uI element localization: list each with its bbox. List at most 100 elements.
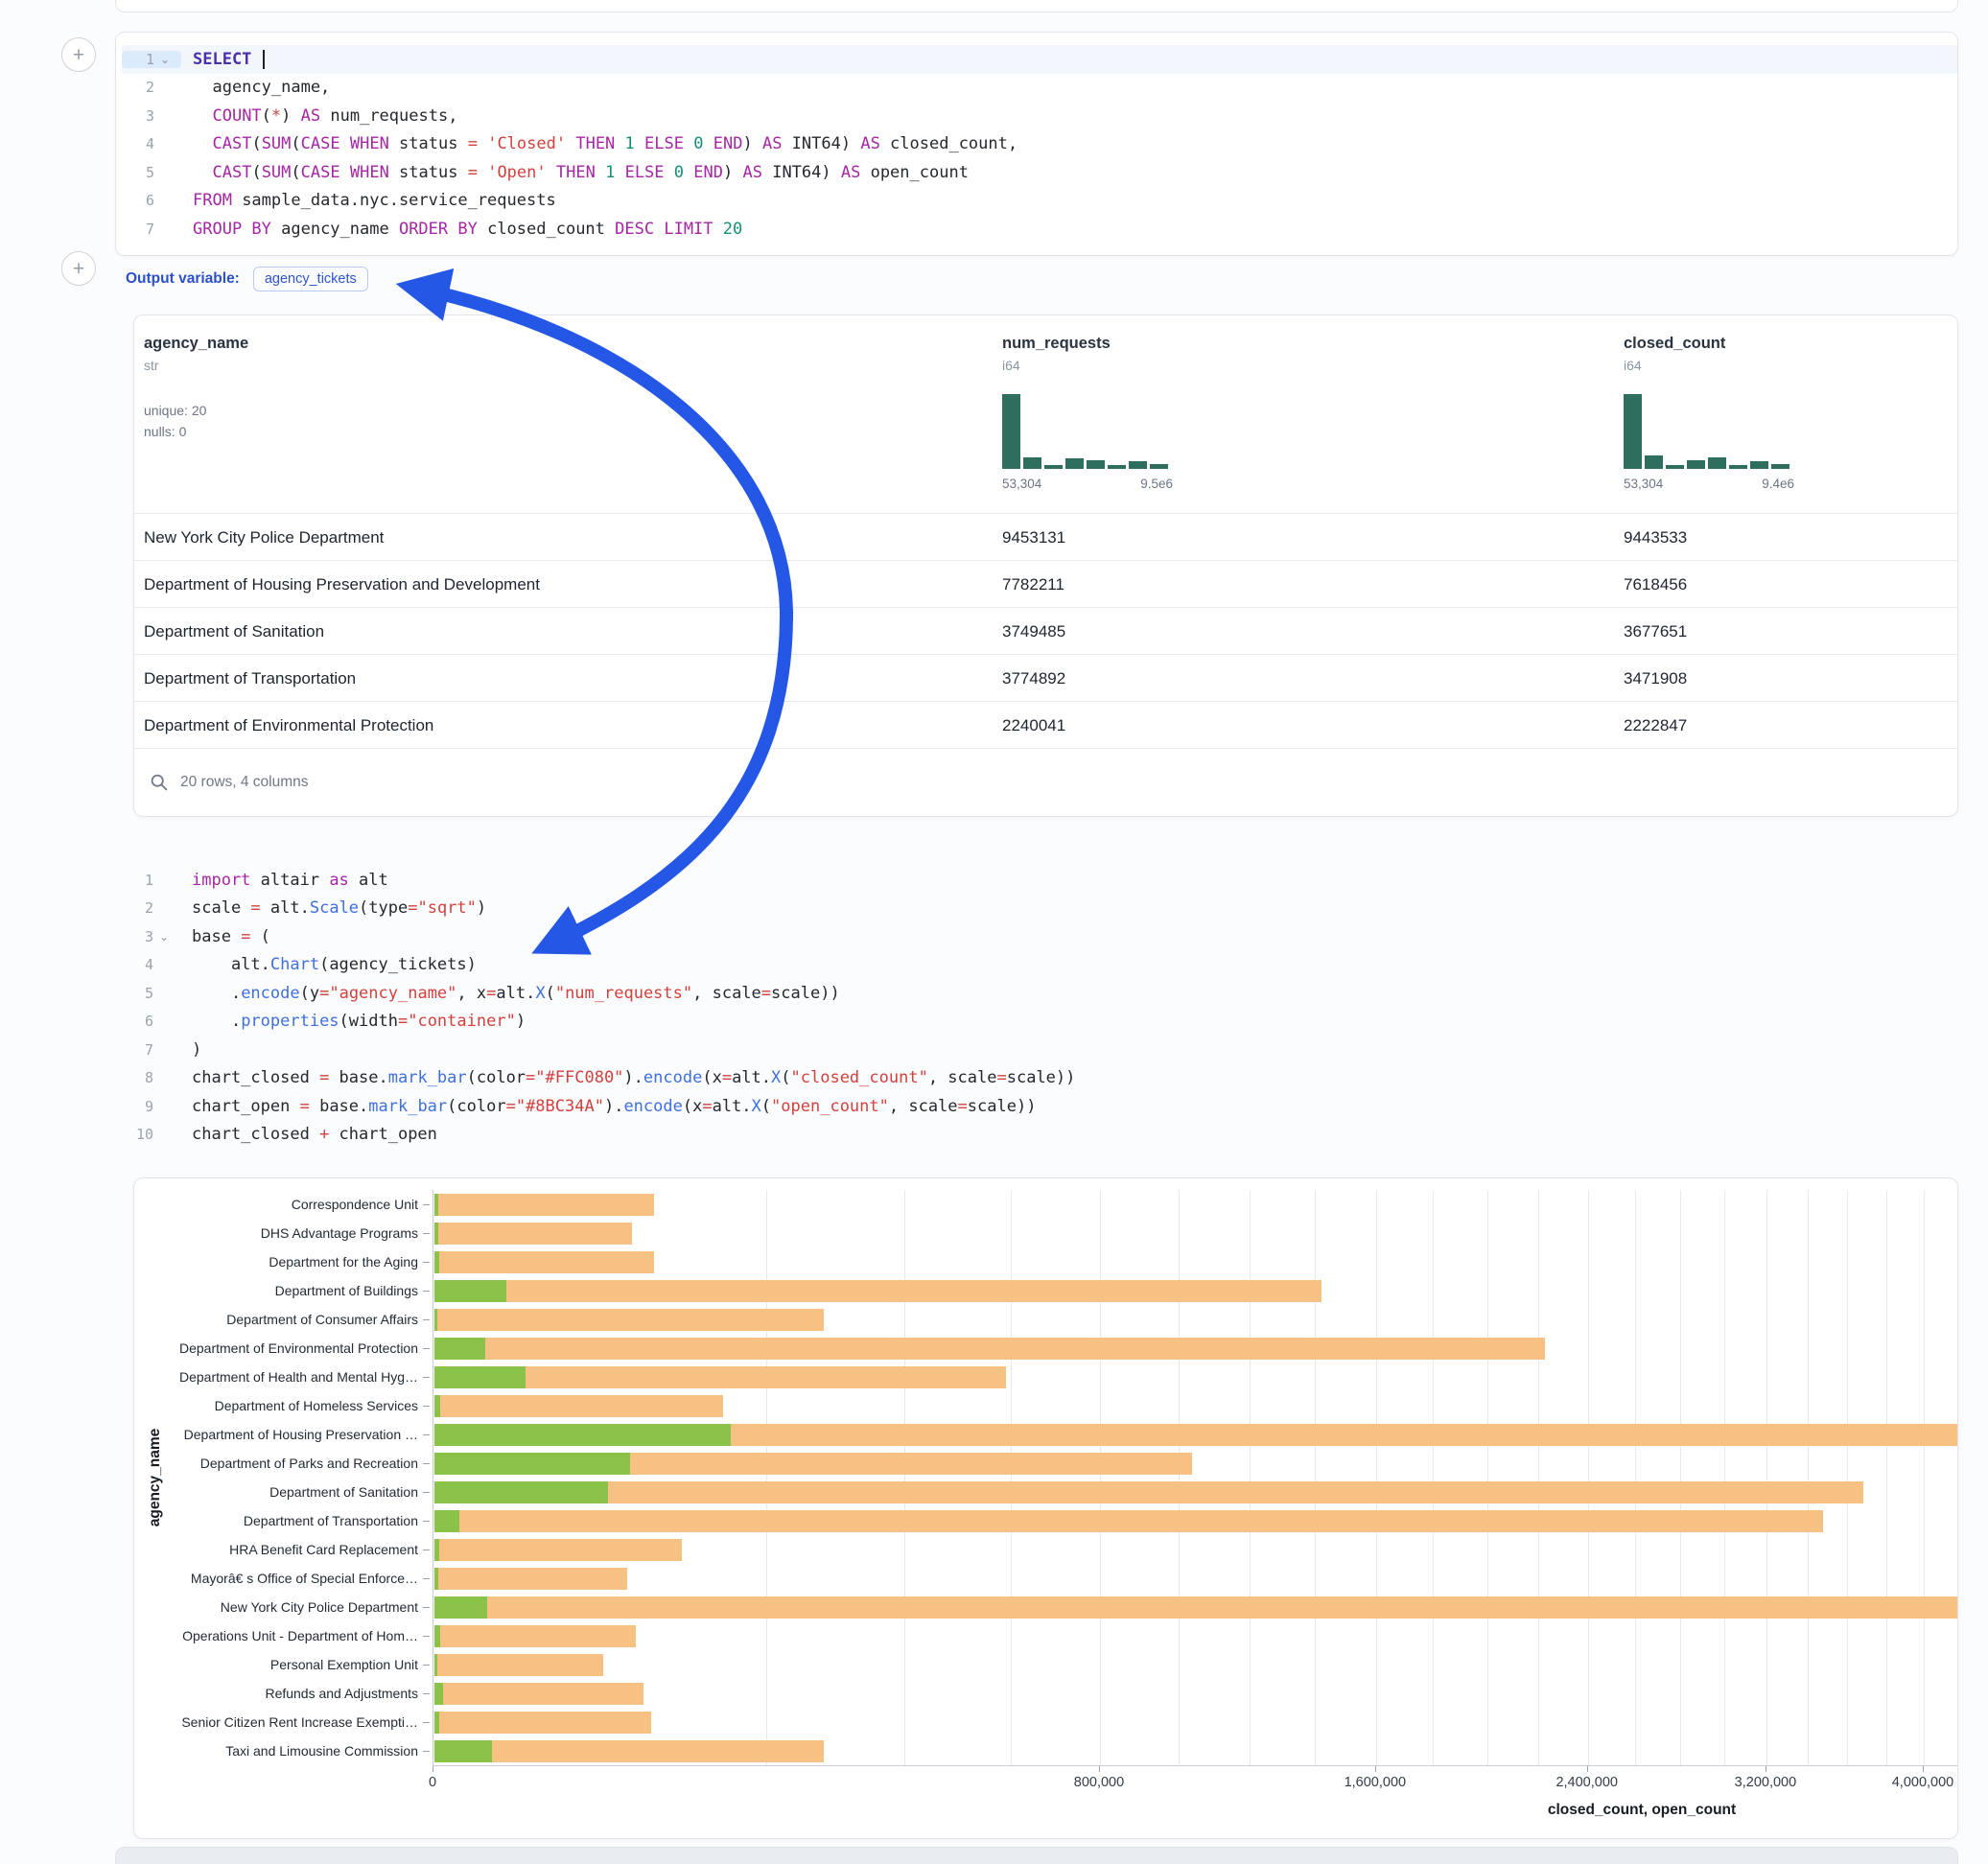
code-text: alt.Chart(agency_tickets) xyxy=(192,955,477,974)
code-line[interactable]: 3⌄ base = ( xyxy=(121,922,1956,951)
add-cell-button[interactable]: + xyxy=(61,251,96,286)
column-header-closed_count[interactable]: closed_counti6453,3049.4e6 xyxy=(1624,335,1794,491)
code-text: base = ( xyxy=(192,927,270,946)
code-line[interactable]: 1import altair as alt xyxy=(121,866,1956,895)
x-tick-mark xyxy=(1099,1766,1100,1772)
code-text: ) xyxy=(192,1040,201,1060)
bar-open xyxy=(434,1596,487,1619)
cell: Department of Sanitation xyxy=(144,608,988,655)
column-type: i64 xyxy=(1624,358,1794,373)
line-number: 7 xyxy=(121,1041,153,1059)
line-number: 2 xyxy=(121,899,153,917)
histogram-bin xyxy=(1771,464,1789,469)
column-header-num_requests[interactable]: num_requestsi6453,3049.5e6 xyxy=(1002,335,1173,491)
text-cursor xyxy=(263,50,265,69)
bar-closed xyxy=(434,1740,824,1762)
sql-editor[interactable]: 1⌄ SELECT 2 agency_name,3 COUNT(*) AS num… xyxy=(116,33,1957,244)
bar-closed xyxy=(434,1510,1823,1532)
code-text: CAST(SUM(CASE WHEN status = 'Closed' THE… xyxy=(193,134,1017,153)
table-row[interactable]: Department of Sanitation 3749485 3677651 xyxy=(134,607,1957,655)
table-row[interactable]: New York City Police Department945313194… xyxy=(134,513,1957,561)
chart-card: Correspondence UnitDHS Advantage Program… xyxy=(133,1177,1958,1839)
code-line[interactable]: 2 scale = alt.Scale(type="sqrt") xyxy=(121,895,1956,923)
line-number: 9 xyxy=(121,1098,153,1115)
python-editor[interactable]: 1import altair as alt 2 scale = alt.Scale(… xyxy=(115,853,1956,1149)
x-axis-title: closed_count, open_count xyxy=(1548,1802,1736,1819)
histogram-bin xyxy=(1023,457,1041,469)
code-text: scale = alt.Scale(type="sqrt") xyxy=(192,898,486,918)
code-line[interactable]: 7GROUP BY agency_name ORDER BY closed_co… xyxy=(122,215,1957,244)
hist-min-label: 53,304 xyxy=(1624,477,1663,491)
table-body: New York City Police Department945313194… xyxy=(134,513,1957,748)
table-row[interactable]: Department of Housing Preservation and D… xyxy=(134,560,1957,608)
histogram-bin xyxy=(1044,465,1063,469)
x-axis-tick-label: 4,000,000 xyxy=(1892,1775,1954,1790)
line-number: 3 xyxy=(122,107,154,125)
cell: 3749485 xyxy=(1002,608,1065,655)
code-line[interactable]: 4 CAST(SUM(CASE WHEN status = 'Closed' T… xyxy=(122,130,1957,159)
code-line[interactable]: 10chart_closed + chart_open xyxy=(121,1121,1956,1150)
histogram-bin xyxy=(1666,465,1684,469)
output-variable-row: Output variable: agency_tickets xyxy=(126,263,368,295)
x-axis-tick-label: 3,200,000 xyxy=(1735,1775,1797,1790)
bar-closed xyxy=(434,1539,682,1561)
code-line[interactable]: 7) xyxy=(121,1036,1956,1064)
bar-open xyxy=(434,1453,630,1475)
bar-closed xyxy=(434,1654,603,1676)
bar-closed xyxy=(434,1309,824,1331)
histogram-bin xyxy=(1750,461,1768,469)
previous-cell-edge xyxy=(115,0,1958,12)
column-name: agency_name xyxy=(144,335,248,353)
table-row[interactable]: Department of Transportation377489234719… xyxy=(134,654,1957,702)
output-variable-badge[interactable]: agency_tickets xyxy=(253,267,368,291)
bar-open xyxy=(434,1309,437,1331)
bar-closed xyxy=(434,1481,1863,1503)
add-cell-button[interactable]: + xyxy=(61,37,96,72)
bar-open xyxy=(434,1510,459,1532)
code-line[interactable]: 4 alt.Chart(agency_tickets) xyxy=(121,951,1956,980)
column-header-agency_name[interactable]: agency_namestrunique: 20nulls: 0 xyxy=(144,335,248,442)
line-number: 1 xyxy=(122,51,154,68)
line-number: 5 xyxy=(121,985,153,1002)
histogram xyxy=(1002,394,1173,469)
column-type: str xyxy=(144,358,248,373)
code-text: chart_closed = base.mark_bar(color="#FFC… xyxy=(192,1068,1075,1087)
code-text: SELECT xyxy=(193,50,265,69)
code-text: FROM sample_data.nyc.service_requests xyxy=(193,191,556,210)
cell: New York City Police Department xyxy=(144,514,988,561)
code-line[interactable]: 5 CAST(SUM(CASE WHEN status = 'Open' THE… xyxy=(122,158,1957,187)
x-tick-mark xyxy=(1587,1766,1588,1772)
table-row[interactable]: Department of Environmental Protection22… xyxy=(134,701,1957,749)
code-line[interactable]: 5 .encode(y="agency_name", x=alt.X("num_… xyxy=(121,979,1956,1008)
code-line[interactable]: 6 FROM sample_data.nyc.service_requests xyxy=(122,187,1957,216)
code-text: CAST(SUM(CASE WHEN status = 'Open' THEN … xyxy=(193,163,969,182)
cell: 2222847 xyxy=(1624,702,1687,749)
code-text: .encode(y="agency_name", x=alt.X("num_re… xyxy=(192,984,840,1003)
bar-open xyxy=(434,1683,443,1705)
collapse-chevron-icon[interactable]: ⌄ xyxy=(153,930,175,944)
code-line[interactable]: 1⌄ SELECT xyxy=(122,45,1957,74)
results-table-card: agency_namestrunique: 20nulls: 0num_requ… xyxy=(133,315,1958,817)
cell: 2240041 xyxy=(1002,702,1065,749)
bar-open xyxy=(434,1194,438,1216)
code-line[interactable]: 2 agency_name, xyxy=(122,74,1957,103)
bar-closed xyxy=(434,1712,651,1734)
histogram-bin xyxy=(1065,458,1084,469)
line-number: 8 xyxy=(121,1069,153,1086)
line-number: 3 xyxy=(121,928,153,945)
cell: 3677651 xyxy=(1624,608,1687,655)
output-variable-label: Output variable: xyxy=(126,270,240,288)
collapse-chevron-icon[interactable]: ⌄ xyxy=(154,53,175,66)
code-line[interactable]: 9chart_open = base.mark_bar(color="#8BC3… xyxy=(121,1092,1956,1121)
search-icon[interactable] xyxy=(150,773,169,792)
code-line[interactable]: 3 COUNT(*) AS num_requests, xyxy=(122,102,1957,130)
bar-closed xyxy=(434,1625,636,1647)
code-text: GROUP BY agency_name ORDER BY closed_cou… xyxy=(193,220,742,239)
code-line[interactable]: 6 .properties(width="container") xyxy=(121,1008,1956,1037)
line-number: 6 xyxy=(121,1013,153,1030)
column-stat: unique: 20 xyxy=(144,400,248,421)
column-name: closed_count xyxy=(1624,335,1794,353)
bar-open xyxy=(434,1338,485,1360)
line-number: 6 xyxy=(122,192,154,209)
code-line[interactable]: 8 chart_closed = base.mark_bar(color="#FF… xyxy=(121,1064,1956,1093)
